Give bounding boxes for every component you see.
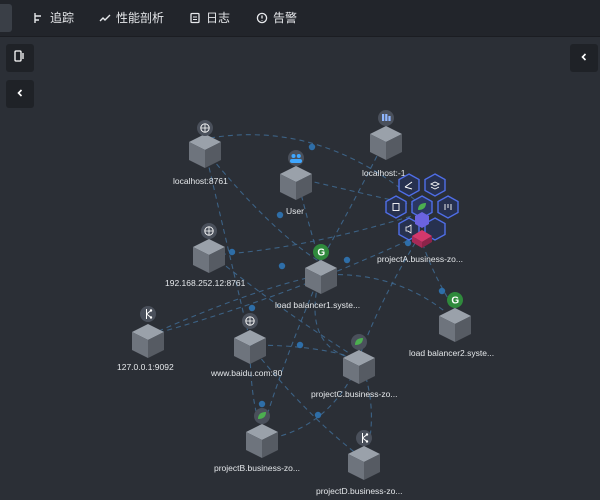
- tab-profiling[interactable]: 性能剖析: [99, 0, 164, 36]
- users-icon: [288, 150, 304, 166]
- clipboard-icon[interactable]: [385, 195, 407, 219]
- node-local9092[interactable]: 127.0.0.1:9092: [117, 306, 174, 372]
- edge: [261, 274, 321, 433]
- node-label: projectC.business-zo...: [311, 389, 397, 399]
- kafka-icon: [140, 306, 156, 322]
- node-ip8761[interactable]: 192.168.252.12:8761: [165, 223, 246, 288]
- top-nav-bar: 追踪 性能剖析 日志 告警: [0, 0, 600, 37]
- metrics-icon[interactable]: [437, 195, 459, 219]
- edge-dot: [276, 211, 284, 219]
- node-projectB[interactable]: projectB.business-zo...: [214, 408, 300, 473]
- edge-dot: [258, 400, 266, 408]
- edge-dot: [308, 143, 316, 151]
- kafka-icon: [356, 430, 372, 446]
- edge-dot: [404, 239, 412, 247]
- node-label: 127.0.0.1:9092: [117, 362, 174, 372]
- edge-dot: [228, 248, 236, 256]
- trace-icon: [33, 12, 45, 24]
- node-label: projectA.business-zo...: [377, 254, 463, 264]
- node-lb1[interactable]: G load balancer1.syste...: [275, 244, 360, 310]
- log-icon: [189, 12, 201, 24]
- node-label: User: [286, 206, 304, 216]
- edge: [359, 234, 421, 356]
- node-label: www.baidu.com:80: [210, 368, 283, 378]
- node-label: localhost:-1: [362, 168, 406, 178]
- trend-icon: [99, 12, 111, 24]
- edge-dot: [278, 262, 286, 270]
- topology-graph[interactable]: localhost:8761 User localhost:-1 project…: [0, 37, 600, 500]
- edge: [319, 274, 456, 321]
- edge-dot: [314, 411, 322, 419]
- alert-icon: [256, 12, 268, 24]
- tab-trace-label: 追踪: [50, 11, 75, 25]
- share-icon[interactable]: [398, 173, 420, 197]
- edge-dot: [296, 341, 304, 349]
- edge: [211, 214, 416, 256]
- layers-icon[interactable]: [424, 173, 446, 197]
- tab-logs[interactable]: 日志: [189, 0, 230, 36]
- tab-trace[interactable]: 追踪: [33, 0, 74, 36]
- node-user[interactable]: User: [280, 150, 312, 216]
- node-label: projectB.business-zo...: [214, 463, 300, 473]
- svg-text:G: G: [451, 296, 459, 307]
- node-localhost8761[interactable]: localhost:8761: [173, 120, 228, 186]
- edge-dot: [343, 256, 351, 264]
- node-projectD[interactable]: projectD.business-zo...: [316, 430, 402, 496]
- node-label: 192.168.252.12:8761: [165, 278, 246, 288]
- node-label: projectD.business-zo...: [316, 486, 402, 496]
- node-label: load balancer2.syste...: [409, 348, 494, 358]
- edge-dot: [438, 287, 446, 295]
- node-label: localhost:8761: [173, 176, 228, 186]
- tab-logs-label: 日志: [206, 11, 231, 25]
- node-localhost-1[interactable]: localhost:-1: [362, 110, 406, 178]
- svg-text:G: G: [317, 248, 325, 259]
- node-label: load balancer1.syste...: [275, 300, 360, 310]
- node-lb2[interactable]: G load balancer2.syste...: [409, 292, 494, 358]
- nav-left-stub[interactable]: [0, 4, 12, 32]
- edge-dot: [248, 304, 256, 312]
- tab-profiling-label: 性能剖析: [116, 11, 165, 25]
- node-projectC[interactable]: projectC.business-zo...: [311, 334, 397, 399]
- tab-alerts[interactable]: 告警: [256, 0, 297, 36]
- node-projectA[interactable]: projectA.business-zo...: [377, 173, 463, 264]
- tab-alerts-label: 告警: [273, 11, 298, 25]
